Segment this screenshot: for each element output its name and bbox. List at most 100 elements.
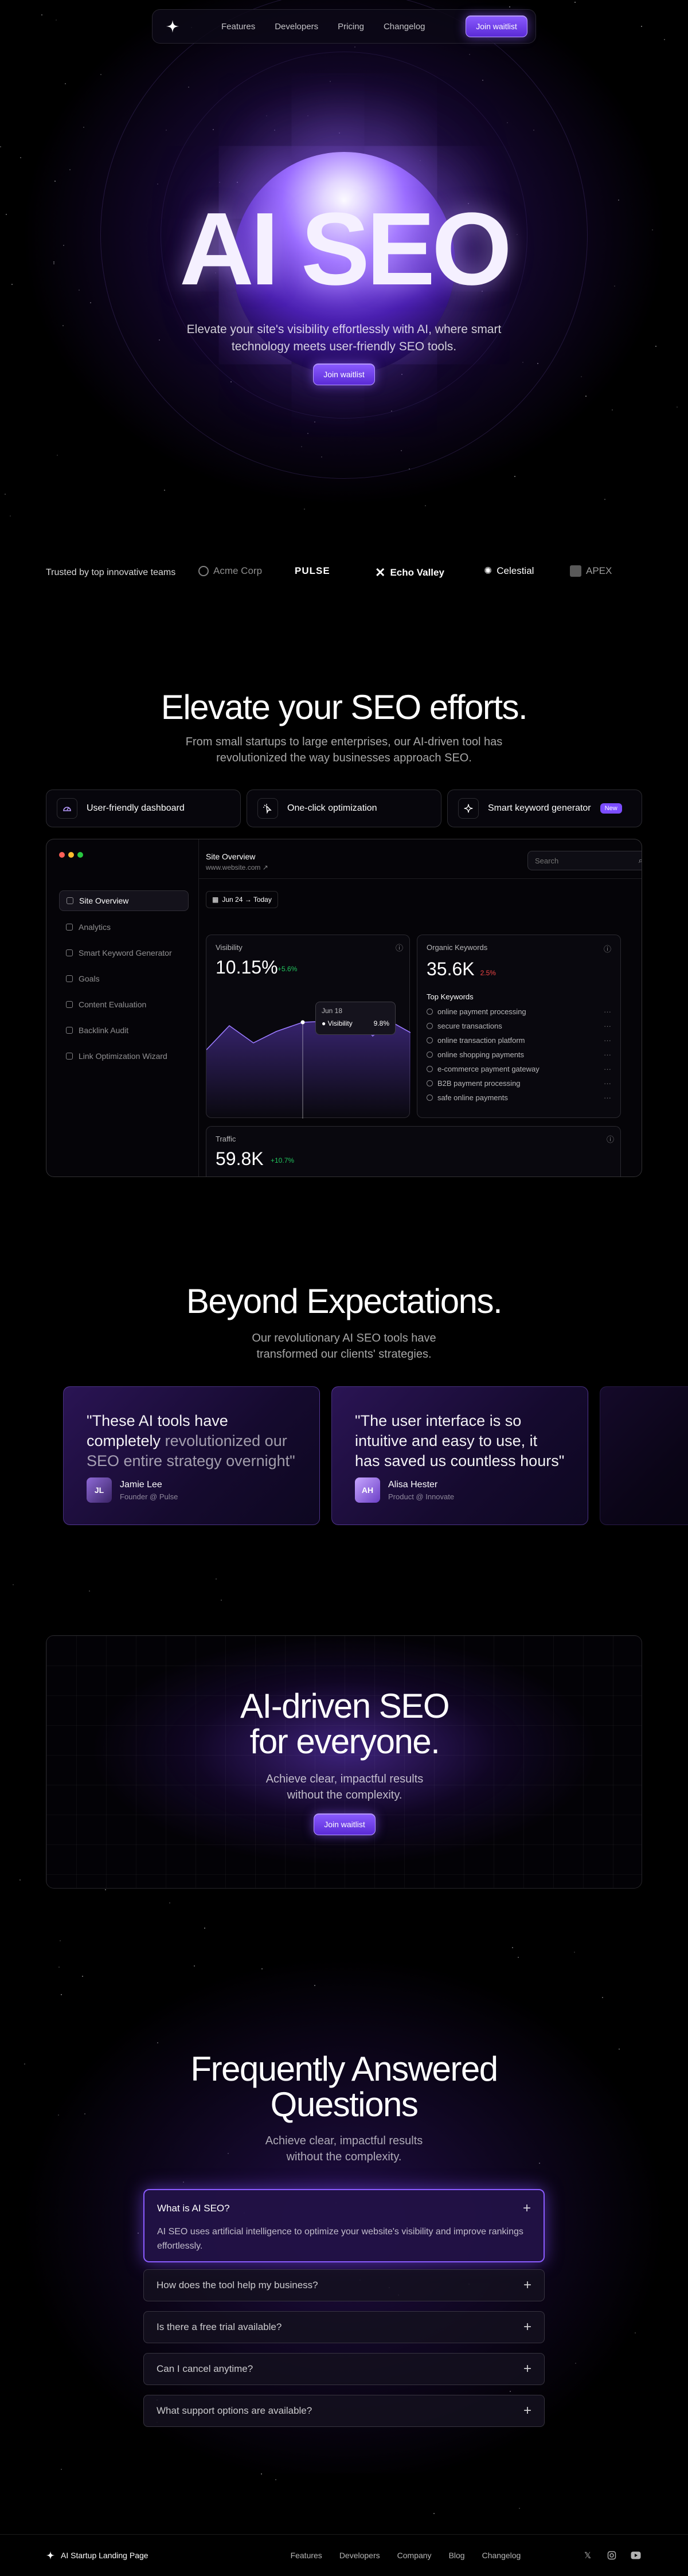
logo-icon — [46, 2551, 55, 2560]
sparkle-icon — [458, 798, 479, 819]
star — [215, 1578, 217, 1580]
star — [169, 1902, 171, 1904]
search-input[interactable] — [535, 856, 621, 865]
plus-icon[interactable]: + — [523, 2277, 531, 2293]
plus-icon[interactable]: + — [523, 2200, 531, 2217]
faq-title-line2: Questions — [270, 2085, 419, 2124]
more-icon[interactable]: ··· — [604, 1050, 611, 1059]
sidebar-item-label: Analytics — [79, 922, 111, 932]
link-icon — [66, 1027, 73, 1034]
close-dot[interactable] — [59, 852, 65, 858]
tab-user-friendly-dashboard[interactable]: User-friendly dashboard — [46, 789, 241, 827]
keyword-row[interactable]: online transaction platform ··· — [427, 1033, 611, 1047]
keyword-row[interactable]: online payment processing ··· — [427, 1004, 611, 1019]
nav-link-developers[interactable]: Developers — [275, 22, 318, 32]
keyword-list: online payment processing ··· secure trans… — [427, 1004, 611, 1105]
footer-link-features[interactable]: Features — [291, 2551, 322, 2560]
faq-item-open[interactable]: What is AI SEO? + AI SEO uses artificial… — [143, 2189, 545, 2262]
keyword-row[interactable]: secure transactions ··· — [427, 1019, 611, 1033]
date-range-picker[interactable]: ▦ Jun 24 → Today — [206, 891, 278, 908]
more-icon[interactable]: ··· — [604, 1079, 611, 1088]
footer-link-developers[interactable]: Developers — [339, 2551, 380, 2560]
faq-question: Is there a free trial available? — [157, 2321, 282, 2332]
logo-icon[interactable] — [165, 19, 180, 34]
quote-bright: "The user interface is so intuitive and … — [355, 1412, 565, 1469]
sidebar-item-content-evaluation[interactable]: Content Evaluation — [59, 994, 189, 1015]
cta-subtitle: Achieve clear, impactful results without… — [265, 1773, 424, 1801]
author-name: Jamie Lee — [120, 1479, 162, 1490]
tab-one-click-optimization[interactable]: One-click optimization — [247, 789, 441, 827]
faq-item[interactable]: What support options are available? + — [143, 2395, 545, 2427]
keyword-row[interactable]: e-commerce payment gateway ··· — [427, 1062, 611, 1076]
nav-link-changelog[interactable]: Changelog — [384, 22, 425, 32]
site-url[interactable]: www.website.com ↗ — [206, 863, 268, 871]
keyword-row[interactable]: online shopping payments ··· — [427, 1047, 611, 1062]
logo-apex-text: APEX — [586, 565, 612, 576]
logo-celestial: ✺ Celestial — [484, 565, 534, 577]
plus-icon[interactable]: + — [523, 2403, 531, 2419]
hero-join-waitlist-button[interactable]: Join waitlist — [313, 363, 375, 385]
sidebar-item-goals[interactable]: Goals — [59, 968, 189, 989]
nav-link-features[interactable]: Features — [221, 22, 255, 32]
tab-smart-keyword-generator[interactable]: Smart keyword generator New — [447, 789, 642, 827]
info-icon[interactable]: ⓘ — [607, 1133, 614, 1144]
sidebar-item-backlink-audit[interactable]: Backlink Audit — [59, 1020, 189, 1041]
logo-celestial-text: Celestial — [497, 565, 534, 576]
x-icon[interactable]: 𝕏 — [581, 2549, 594, 2562]
info-icon[interactable]: ⓘ — [396, 942, 403, 953]
footer-link-changelog[interactable]: Changelog — [482, 2551, 521, 2560]
footer-link-company[interactable]: Company — [397, 2551, 432, 2560]
info-icon[interactable]: ⓘ — [604, 943, 611, 954]
sidebar-item-analytics[interactable]: Analytics — [59, 917, 189, 937]
more-icon[interactable]: ··· — [604, 1093, 611, 1102]
cta-join-waitlist-button[interactable]: Join waitlist — [314, 1813, 376, 1835]
star — [59, 1940, 61, 1941]
avatar: AH — [355, 1477, 380, 1503]
faq-item[interactable]: How does the tool help my business? + — [143, 2269, 545, 2301]
sidebar-item-site-overview[interactable]: Site Overview — [59, 890, 189, 911]
testimonial-author: JL Jamie Lee Founder @ Pulse — [87, 1477, 178, 1503]
more-icon[interactable]: ··· — [604, 1036, 611, 1045]
nav-link-pricing[interactable]: Pricing — [338, 22, 364, 32]
search-box[interactable]: ⌕ — [527, 851, 642, 870]
sidebar-item-smart-keyword-generator[interactable]: Smart Keyword Generator — [59, 943, 189, 963]
star — [221, 1599, 222, 1601]
youtube-icon[interactable] — [630, 2549, 642, 2562]
traffic-card: Traffic ⓘ 59.8K +10.7% — [206, 1126, 621, 1176]
celestial-icon: ✺ — [484, 565, 492, 576]
calendar-icon: ▦ — [212, 896, 219, 904]
faq-item[interactable]: Can I cancel anytime? + — [143, 2353, 545, 2385]
organic-value: 35.6K — [427, 959, 475, 979]
tooltip-date: Jun 18 — [322, 1007, 343, 1015]
footer-brand[interactable]: AI Startup Landing Page — [46, 2551, 148, 2560]
sidebar-item-link-optimization-wizard[interactable]: Link Optimization Wizard — [59, 1046, 189, 1066]
footer-link-blog[interactable]: Blog — [449, 2551, 465, 2560]
chart-icon — [66, 924, 73, 931]
instagram-icon[interactable] — [605, 2549, 618, 2562]
nav-join-waitlist-button[interactable]: Join waitlist — [466, 15, 527, 37]
traffic-label: Traffic — [216, 1135, 236, 1143]
echo-valley-icon: ✕ — [375, 565, 386, 580]
faq-item[interactable]: Is there a free trial available? + — [143, 2311, 545, 2343]
header-divider — [199, 878, 642, 879]
keyword-row[interactable]: B2B payment processing ··· — [427, 1076, 611, 1090]
keyword-bullet-icon — [427, 1094, 433, 1101]
plus-icon[interactable]: + — [523, 2319, 531, 2335]
minimize-dot[interactable] — [68, 852, 74, 858]
sidebar-item-label: Smart Keyword Generator — [79, 948, 172, 957]
maximize-dot[interactable] — [77, 852, 83, 858]
keyword-bullet-icon — [427, 1066, 433, 1072]
star — [19, 1879, 21, 1881]
faq-title-line1: Frequently Answered — [190, 2050, 498, 2088]
keyword-bullet-icon — [427, 1080, 433, 1086]
plus-icon[interactable]: + — [523, 2361, 531, 2377]
author-name: Alisa Hester — [388, 1479, 438, 1490]
keyword-bullet-icon — [427, 1008, 433, 1015]
keyword-bullet-icon — [427, 1023, 433, 1029]
more-icon[interactable]: ··· — [604, 1007, 611, 1016]
keyword-text: online payment processing — [437, 1007, 526, 1016]
more-icon[interactable]: ··· — [604, 1022, 611, 1030]
more-icon[interactable]: ··· — [604, 1065, 611, 1073]
keyword-row[interactable]: safe online payments ··· — [427, 1090, 611, 1105]
top-keywords-title: Top Keywords — [427, 992, 474, 1001]
